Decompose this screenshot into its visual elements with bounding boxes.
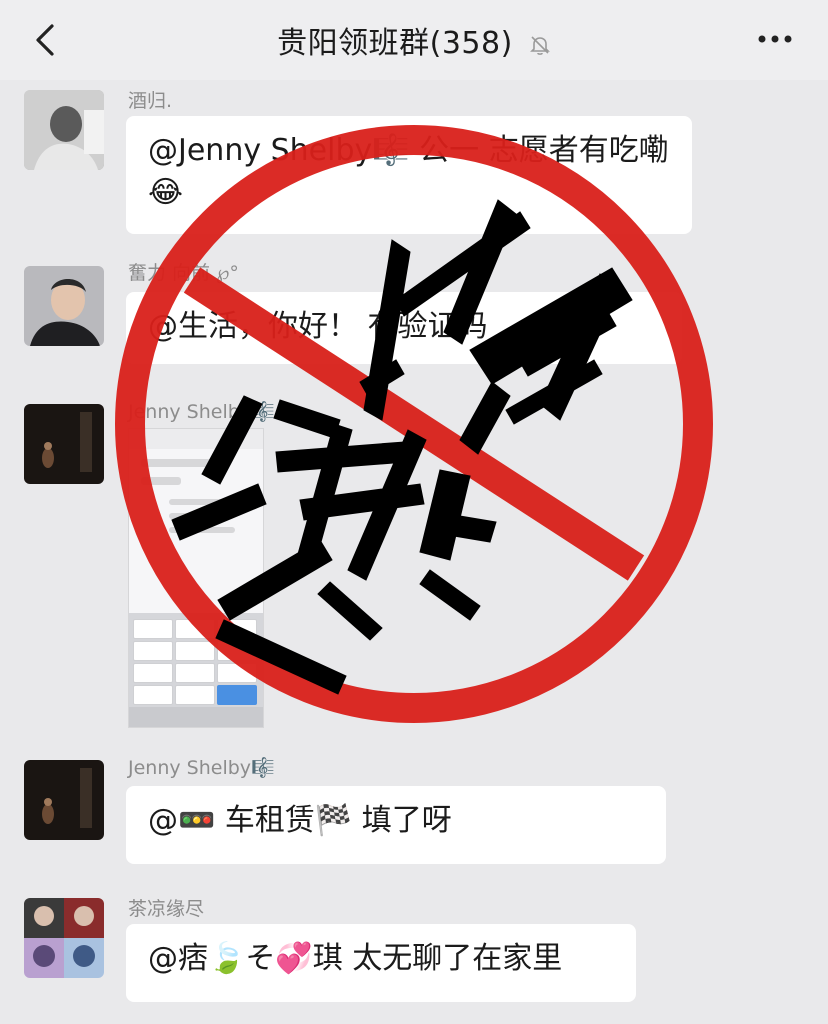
chat-header: 贵阳领班群(358) — [0, 0, 828, 80]
avatar[interactable] — [24, 898, 104, 978]
avatar[interactable] — [24, 760, 104, 840]
avatar[interactable] — [24, 90, 104, 170]
sender-name: Jenny Shelby🎼 — [128, 401, 275, 423]
sender-name: 茶凉缘尽 — [128, 898, 205, 920]
message-bubble[interactable]: @🚥 车租赁🏁 填了呀 — [126, 786, 666, 864]
sender-name: 奮力 向前 ℘° — [128, 262, 239, 284]
chat-title-row: 贵阳领班群(358) — [0, 18, 828, 62]
more-options-icon[interactable] — [756, 32, 794, 46]
sender-name: 酒归. — [128, 90, 173, 112]
sender-name: Jenny Shelby🎼 — [128, 757, 275, 779]
avatar[interactable] — [24, 404, 104, 484]
message-bubble[interactable]: @痞🍃そ💞琪 太无聊了在家里 — [126, 924, 636, 1002]
message-bubble[interactable]: @Jenny Shelby🎼 公一 志愿者有吃嘞😂 — [126, 116, 692, 234]
avatar[interactable] — [24, 266, 104, 346]
chat-title: 贵阳领班群(358) — [277, 26, 513, 61]
message-bubble[interactable]: @生活，你好！ 有验证码 — [126, 292, 682, 364]
mute-bell-icon — [529, 35, 550, 55]
image-message[interactable] — [128, 428, 264, 728]
